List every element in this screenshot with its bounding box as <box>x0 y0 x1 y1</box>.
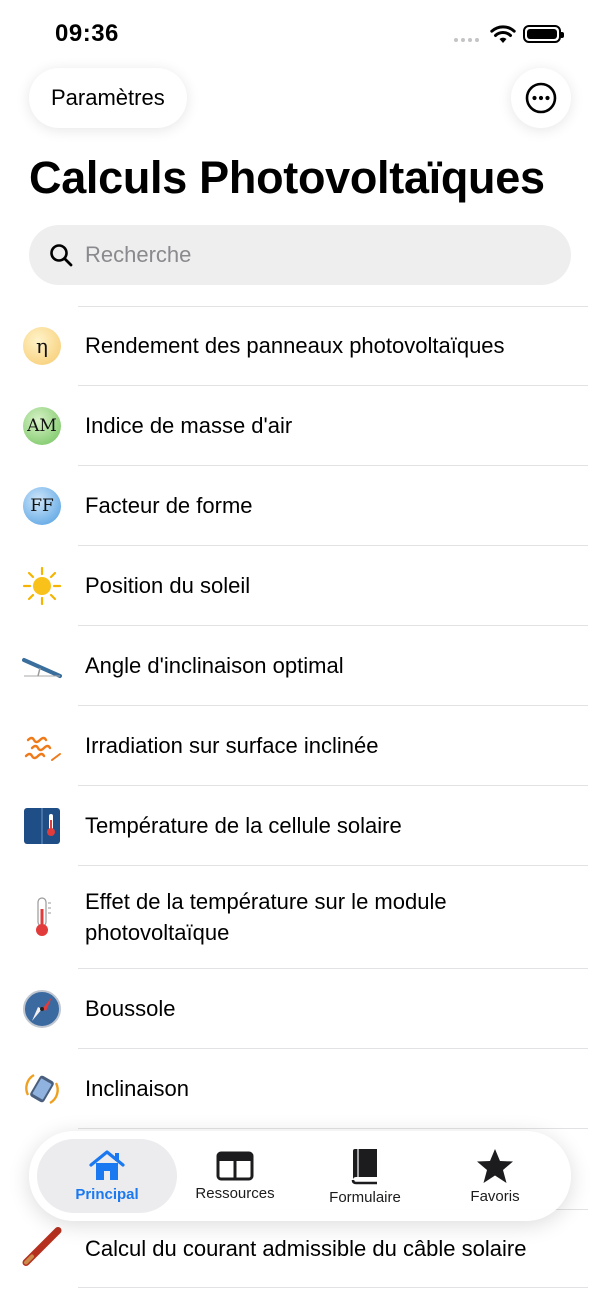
list-item-facteur-forme[interactable]: FF Facteur de forme <box>23 466 588 546</box>
more-button[interactable] <box>511 68 571 128</box>
page-title: Calculs Photovoltaïques <box>29 152 545 203</box>
phone-tilt-icon <box>22 1069 62 1109</box>
list-item-label: Rendement des panneaux photovoltaïques <box>85 333 505 358</box>
tab-favoris[interactable]: Favoris <box>430 1131 560 1221</box>
list-item-label: Inclinaison <box>85 1076 189 1101</box>
tab-formulaire[interactable]: Formulaire <box>300 1131 430 1221</box>
list-item-label: Facteur de forme <box>85 493 253 518</box>
fill-factor-icon: FF <box>22 486 62 526</box>
tab-bar: Principal Ressources Formulaire Favoris <box>29 1131 571 1221</box>
air-mass-icon: AM <box>22 406 62 446</box>
ellipsis-circle-icon <box>525 82 557 114</box>
list-item-label: Calcul du courant admissible du câble so… <box>85 1235 527 1261</box>
solar-cell-thermometer-icon <box>22 806 62 846</box>
list-item-inclinaison[interactable]: Inclinaison <box>25 1049 588 1129</box>
list-item-label: Position du soleil <box>85 573 251 598</box>
settings-button[interactable]: Paramètres <box>29 68 187 128</box>
list-item-label: Effet de la température sur le module ph… <box>85 889 447 945</box>
tab-label: Principal <box>75 1185 139 1203</box>
battery-icon <box>523 25 564 43</box>
search-placeholder: Recherche <box>85 242 192 267</box>
house-icon <box>89 1149 125 1180</box>
list-item-effet-temperature[interactable]: Effet de la température sur le module ph… <box>36 866 588 969</box>
sun-icon <box>22 566 62 606</box>
wifi-icon <box>490 25 516 43</box>
compass-icon <box>22 989 62 1029</box>
search-icon <box>50 244 73 267</box>
star-icon <box>477 1148 513 1183</box>
status-bar: 09:36 <box>0 0 600 66</box>
tab-label: Ressources <box>195 1184 275 1202</box>
thermometer-icon <box>22 897 62 937</box>
table-icon <box>216 1151 254 1180</box>
tab-label: Favoris <box>470 1187 520 1205</box>
list-item-label: Température de la cellule solaire <box>85 813 402 838</box>
calculator-list: η Rendement des panneaux photovoltaïques… <box>0 306 600 1129</box>
list-item-angle-inclinaison[interactable]: Angle d'inclinaison optimal <box>22 626 588 706</box>
settings-button-label: Paramètres <box>51 85 165 110</box>
list-item-temperature-cellule[interactable]: Température de la cellule solaire <box>24 786 588 866</box>
list-item-label: Boussole <box>85 996 176 1021</box>
eta-icon: η <box>22 326 62 366</box>
list-item-label: Irradiation sur surface inclinée <box>85 733 379 758</box>
solar-cable-icon <box>22 1226 62 1271</box>
search-field[interactable]: Recherche <box>29 225 571 285</box>
book-icon <box>351 1148 377 1184</box>
list-item-boussole[interactable]: Boussole <box>23 969 588 1049</box>
tab-label: Formulaire <box>329 1188 401 1206</box>
list-item-masse-air[interactable]: AM Indice de masse d'air <box>23 386 588 466</box>
list-item-rendement[interactable]: η Rendement des panneaux photovoltaïques <box>23 306 588 386</box>
list-item-label: Indice de masse d'air <box>85 413 293 438</box>
irradiation-icon <box>22 726 62 766</box>
list-item-position-soleil[interactable]: Position du soleil <box>22 546 588 626</box>
cellular-signal-icon <box>454 38 479 42</box>
tab-principal[interactable]: Principal <box>37 1139 177 1213</box>
tab-ressources[interactable]: Ressources <box>170 1131 300 1221</box>
list-item-irradiation[interactable]: Irradiation sur surface inclinée <box>24 706 588 786</box>
tilt-angle-icon <box>22 646 62 686</box>
list-item-label: Angle d'inclinaison optimal <box>85 653 344 678</box>
status-time: 09:36 <box>55 20 119 47</box>
